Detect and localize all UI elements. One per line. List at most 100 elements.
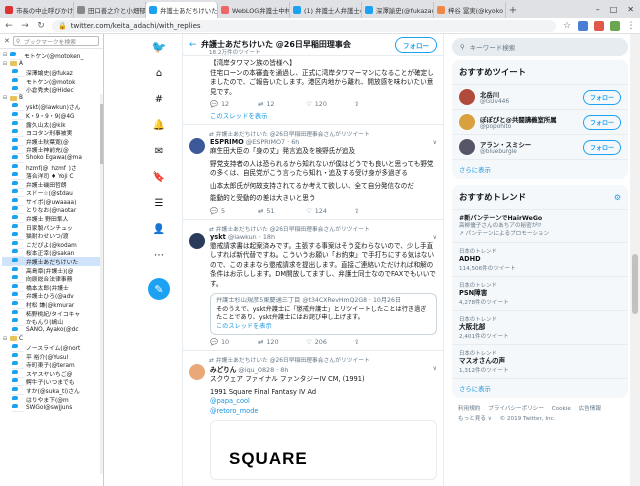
- footer-link[interactable]: プライバシーポリシー: [488, 406, 544, 412]
- browser-tab[interactable]: 市長の中止呼びかけ✕: [2, 2, 74, 18]
- quoted-tweet[interactable]: 弁護士杉山規彦5東慶通三丁目 @t34CXRevHmQ2G8 · 10月26日 …: [210, 293, 437, 335]
- messages-icon[interactable]: ✉: [152, 144, 166, 158]
- bookmark-item[interactable]: 小倉秀夫(@Hidec: [2, 85, 103, 94]
- bookmark-item[interactable]: とりなお(@naotar: [2, 206, 103, 215]
- share-button[interactable]: ⇪: [354, 100, 402, 108]
- show-thread-link[interactable]: このスレッドを表示: [210, 111, 437, 120]
- trend-item[interactable]: 日本のトレンド マスオさんの声 1,312件のツイート: [452, 345, 628, 379]
- browser-tab[interactable]: 田口善之介と小畑郁✕: [74, 2, 146, 18]
- like-button[interactable]: ♡ 120: [306, 100, 354, 108]
- bookmark-item[interactable]: スドー☆(@stdau: [2, 189, 103, 198]
- bookmark-item[interactable]: 弁護士磯田哲朗: [2, 180, 103, 189]
- bookmark-item[interactable]: 弁護士神前充(@: [2, 146, 103, 155]
- tweet-author[interactable]: ESPRIMO: [210, 138, 244, 146]
- tweet-author[interactable]: みどりん: [210, 366, 236, 374]
- bookmark-item[interactable]: 高島章(弁護士)(@: [2, 266, 103, 275]
- bookmark-item[interactable]: はりやま下(@m: [2, 395, 103, 404]
- follow-button[interactable]: フォロー: [395, 36, 437, 53]
- bookmark-item[interactable]: yskt(@lawkun)さん: [2, 103, 103, 112]
- mention-link[interactable]: @retoro_mode: [210, 407, 437, 417]
- bookmark-item[interactable]: かもんり(嶋山: [2, 317, 103, 326]
- expand-toggle-icon[interactable]: ⊟: [2, 336, 8, 342]
- bookmark-item[interactable]: 弁護士 野田隼人: [2, 214, 103, 223]
- bookmark-item[interactable]: スヤスヤいちご@: [2, 369, 103, 378]
- back-icon[interactable]: ←: [4, 21, 14, 31]
- bookmark-item[interactable]: 寺町東子(@teram: [2, 360, 103, 369]
- trend-item[interactable]: 日本のトレンド PSN障害 4,278件のツイート: [452, 277, 628, 311]
- tweet-media-image[interactable]: SQUARE: [210, 420, 437, 480]
- bookmark-item[interactable]: すか(@suka_ti)さん: [2, 386, 103, 395]
- suggested-account[interactable]: ぽぽぴと@共闘講義室所属 @popohito フォロー: [452, 110, 628, 135]
- reload-icon[interactable]: ↻: [36, 21, 46, 31]
- chevron-down-icon[interactable]: ∨: [433, 234, 437, 241]
- retweet-button[interactable]: ⇄ 51: [258, 207, 306, 215]
- avatar[interactable]: [459, 114, 475, 130]
- twitter-bird-icon[interactable]: 🐦: [152, 40, 167, 54]
- avatar[interactable]: [459, 89, 475, 105]
- profile-icon[interactable]: 👤: [152, 222, 166, 236]
- expand-toggle-icon[interactable]: ⊟: [2, 95, 8, 101]
- bookmark-item[interactable]: 日家製パンチュッ: [2, 223, 103, 232]
- bookmark-item[interactable]: hzmf(@_hzmf_)さ: [2, 163, 103, 172]
- address-bar[interactable]: 🔒 twitter.com/keita_adachi/with_replies: [52, 19, 556, 32]
- menu-icon[interactable]: ⋮: [626, 21, 636, 31]
- bookmark-item[interactable]: 鰐牛子(いつまでも: [2, 378, 103, 387]
- browser-tab[interactable]: 深澤諭史(@fukazaw✕: [362, 2, 434, 18]
- bookmark-item[interactable]: モトケン(@motok: [2, 77, 103, 86]
- bookmark-item[interactable]: 向原総合法律事務: [2, 274, 103, 284]
- bookmark-item[interactable]: Shoko Egawa(@ma: [2, 154, 103, 163]
- reply-button[interactable]: 💬 10: [210, 338, 258, 346]
- bookmark-item[interactable]: SWGol@swjjuns: [2, 403, 103, 412]
- bookmark-item[interactable]: 猫耐わせいつ/渡: [2, 231, 103, 241]
- mention-link[interactable]: @papa_cool: [210, 397, 437, 407]
- bookmark-item[interactable]: 落合洋司 ♦ Yoji C: [2, 171, 103, 180]
- footer-link[interactable]: 利用規約: [458, 406, 480, 412]
- browser-tab[interactable]: WebLOG弁護士中村✕: [218, 2, 290, 18]
- bookmark-item[interactable]: K・9・9・9(@4G: [2, 111, 103, 120]
- show-thread-link[interactable]: このスレッドを表示: [216, 323, 431, 332]
- bookmark-item[interactable]: 村松 謙(@kmurar: [2, 300, 103, 309]
- show-more-link[interactable]: さらに表示: [452, 160, 628, 179]
- bookmark-folder[interactable]: ⊟ A: [2, 60, 103, 69]
- tweet-author[interactable]: yskt: [210, 233, 226, 241]
- bookmark-item[interactable]: 柘野桃紀/タイコキャ: [2, 309, 103, 318]
- bookmark-item[interactable]: 弁護士秋葉寛(@: [2, 137, 103, 146]
- notifications-icon[interactable]: 🔔: [152, 118, 166, 132]
- reply-button[interactable]: 💬 5: [210, 207, 258, 215]
- bookmark-folder[interactable]: ⊟ B: [2, 94, 103, 103]
- trend-item[interactable]: 日本のトレンド 大阪北部 2,401件のツイート: [452, 311, 628, 345]
- trend-item[interactable]: #新パンテーンでHairWeGo 高柳優子さんのあちアの秘密が⁉ ↗ パンテーン…: [452, 210, 628, 243]
- minimize-icon[interactable]: –: [596, 5, 600, 14]
- follow-button[interactable]: フォロー: [582, 139, 621, 155]
- browser-tab-active[interactable]: 弁護士あだちけいた✕: [146, 2, 218, 18]
- avatar[interactable]: [459, 139, 475, 155]
- bookmark-item[interactable]: ヨコタン刑事被実: [2, 128, 103, 137]
- new-tab-button[interactable]: +: [506, 2, 520, 18]
- trend-item[interactable]: 日本のトレンド ADHD 114,506件のツイート: [452, 243, 628, 277]
- tweet[interactable]: ⇄ 弁護士あだちけいた @26日早稲田理事会さんがリツイート みどりん @iqu…: [183, 351, 443, 484]
- close-window-icon[interactable]: ✕: [627, 5, 634, 14]
- tweet[interactable]: ⇄ 弁護士あだちけいた @26日早稲田理事会さんがリツイート yskt @law…: [183, 220, 443, 351]
- back-arrow-icon[interactable]: ←: [189, 40, 201, 50]
- gear-icon[interactable]: ⚙: [614, 193, 621, 202]
- bookmark-scrollbar[interactable]: [100, 94, 103, 474]
- home-icon[interactable]: ⌂: [152, 66, 166, 80]
- reply-button[interactable]: 💬 12: [210, 100, 258, 108]
- bookmark-item[interactable]: 桜本正幸(@sakan: [2, 249, 103, 258]
- chevron-down-icon[interactable]: ∨: [433, 365, 437, 372]
- suggested-account[interactable]: アラン・スミシー @blueburgle フォロー: [452, 135, 628, 160]
- bookmark-item[interactable]: 橋本太郎(弁護士: [2, 283, 103, 292]
- browser-tab[interactable]: (1) 弁護士人弁護士の✕: [290, 2, 362, 18]
- retweet-button[interactable]: ⇄ 120: [258, 338, 306, 346]
- forward-icon[interactable]: →: [20, 21, 30, 31]
- like-button[interactable]: ♡ 206: [306, 338, 354, 346]
- share-button[interactable]: ⇪: [354, 207, 402, 215]
- share-button[interactable]: ⇪: [354, 338, 402, 346]
- extension-icon[interactable]: [594, 20, 604, 31]
- like-button[interactable]: ♡ 124: [306, 207, 354, 215]
- tweet[interactable]: 【湾岸タワマン族の皆様へ】 住宅ローンの本審査を通過し、正式に湾岸タワマーマンに…: [183, 56, 443, 125]
- more-icon[interactable]: ⋯: [152, 248, 166, 262]
- footer-link[interactable]: 広告情報: [579, 406, 601, 412]
- bookmark-item[interactable]: ⊟ モトケン(@motoken_: [2, 51, 103, 60]
- page-scrollbar[interactable]: [630, 34, 640, 486]
